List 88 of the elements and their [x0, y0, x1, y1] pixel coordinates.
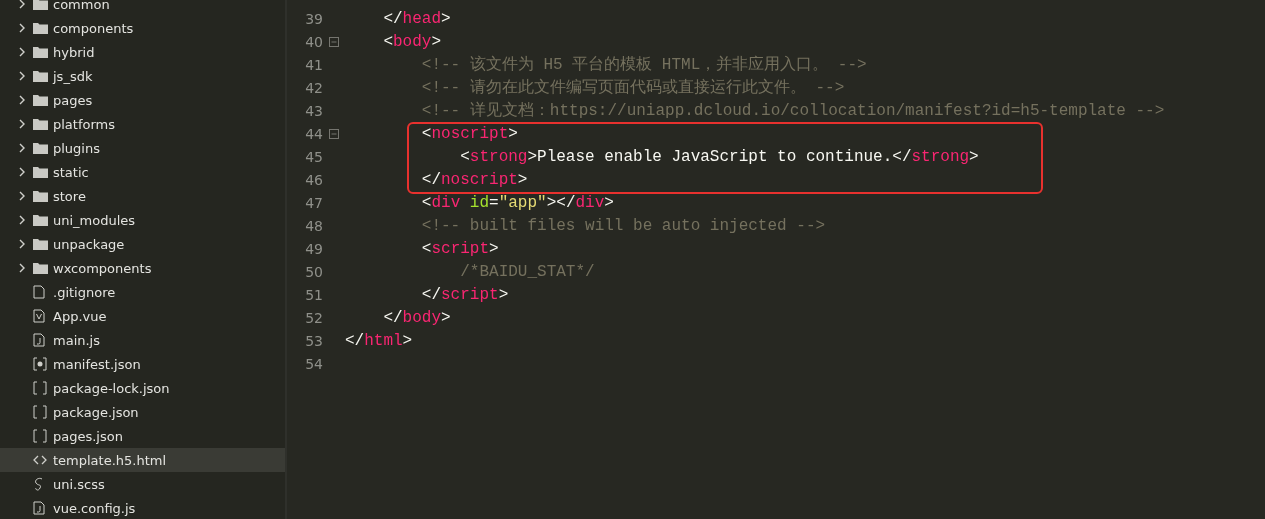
folder-icon: [33, 190, 48, 202]
file-tree-item[interactable]: uni_modules: [0, 208, 285, 232]
folder-icon: [33, 262, 48, 274]
folder-icon: [33, 118, 48, 130]
code-line: </script>: [420, 285, 509, 304]
line-number: 47: [304, 194, 323, 211]
brackets-icon: [33, 429, 47, 443]
folder-icon: [33, 214, 48, 226]
folder-icon: [33, 166, 48, 178]
line-number: 44: [304, 125, 323, 142]
script-file-icon: [33, 501, 45, 515]
file-tree-item[interactable]: components: [0, 16, 285, 40]
file-tree-item[interactable]: js_sdk: [0, 64, 285, 88]
file-tree-item[interactable]: pages: [0, 88, 285, 112]
line-number: 40: [304, 33, 323, 50]
file-icon: [33, 285, 45, 299]
code-line: </html>: [345, 331, 413, 350]
code-icon: [33, 455, 47, 465]
file-tree-item[interactable]: store: [0, 184, 285, 208]
vue-file-icon: [33, 309, 45, 323]
line-number: 52: [304, 309, 323, 326]
line-number: 43: [304, 102, 323, 119]
file-tree-item[interactable]: .gitignore: [0, 280, 285, 304]
chevron-right-icon[interactable]: [18, 95, 25, 105]
chevron-right-icon[interactable]: [18, 0, 25, 9]
file-tree-item[interactable]: common: [0, 0, 285, 16]
code-line: <script>: [420, 239, 499, 258]
chevron-right-icon[interactable]: [18, 71, 25, 81]
folder-icon: [33, 22, 48, 34]
code-line: <noscript>: [420, 124, 518, 143]
code-line: </head>: [382, 9, 451, 28]
file-tree-item[interactable]: main.js: [0, 328, 285, 352]
file-tree-item[interactable]: platforms: [0, 112, 285, 136]
folder-icon: [33, 70, 48, 82]
folder-icon: [33, 238, 48, 250]
chevron-right-icon[interactable]: [18, 47, 25, 57]
file-tree-item[interactable]: package.json: [0, 400, 285, 424]
folder-icon: [33, 142, 48, 154]
code-line: </body>: [382, 308, 451, 327]
file-tree-item[interactable]: manifest.json: [0, 352, 285, 376]
chevron-right-icon[interactable]: [18, 23, 25, 33]
file-tree-item[interactable]: package-lock.json: [0, 376, 285, 400]
script-file-icon: [33, 333, 45, 347]
line-number: 49: [304, 240, 323, 257]
line-number: 41: [304, 56, 323, 73]
code-line: <!-- 请勿在此文件编写页面代码或直接运行此文件。 -->: [420, 77, 845, 98]
file-tree-item[interactable]: wxcomponents: [0, 256, 285, 280]
code-line: <!-- 该文件为 H5 平台的模板 HTML，并非应用入口。 -->: [420, 54, 867, 75]
code-line: <div id="app"></div>: [420, 193, 614, 212]
settings-file-icon: [33, 357, 47, 371]
file-tree-item[interactable]: uni.scss: [0, 472, 285, 496]
code-line: /*BAIDU_STAT*/: [459, 262, 595, 281]
chevron-right-icon[interactable]: [18, 191, 25, 201]
line-number: 51: [304, 286, 323, 303]
chevron-right-icon[interactable]: [18, 119, 25, 129]
code-line: </noscript>: [420, 170, 528, 189]
file-tree-item[interactable]: hybrid: [0, 40, 285, 64]
chevron-right-icon[interactable]: [18, 239, 25, 249]
file-tree-item[interactable]: plugins: [0, 136, 285, 160]
chevron-right-icon[interactable]: [18, 215, 25, 225]
line-number: 42: [304, 79, 323, 96]
folder-icon: [33, 0, 48, 10]
brackets-icon: [33, 381, 47, 395]
file-tree-item[interactable]: static: [0, 160, 285, 184]
file-tree-item[interactable]: template.h5.html: [0, 448, 285, 472]
fold-icon[interactable]: [329, 128, 339, 139]
line-number: 46: [304, 171, 323, 188]
code-line: <!-- built files will be auto injected -->: [420, 216, 826, 235]
file-tree-item[interactable]: unpackage: [0, 232, 285, 256]
code-line: <body>: [382, 32, 442, 51]
chevron-right-icon[interactable]: [18, 263, 25, 273]
folder-icon: [33, 94, 48, 106]
line-number: 39: [304, 10, 323, 27]
brackets-icon: [33, 405, 47, 419]
folder-icon: [33, 46, 48, 58]
file-tree-item[interactable]: App.vue: [0, 304, 285, 328]
line-number: 53: [304, 332, 323, 349]
line-number: 48: [304, 217, 323, 234]
file-tree-item[interactable]: pages.json: [0, 424, 285, 448]
line-number: 45: [304, 148, 323, 165]
fold-icon[interactable]: [329, 36, 339, 47]
line-number: 50: [304, 263, 323, 280]
code-line: <!-- 详见文档：https://uniapp.dcloud.io/collocation/manifest?id=h5-template -->: [420, 100, 1165, 121]
file-tree-item[interactable]: vue.config.js: [0, 496, 285, 519]
line-number: 54: [304, 355, 323, 372]
chevron-right-icon[interactable]: [18, 167, 25, 177]
code-line: <strong>Please enable JavaScript to continue.</strong>: [459, 147, 979, 166]
chevron-right-icon[interactable]: [18, 143, 25, 153]
